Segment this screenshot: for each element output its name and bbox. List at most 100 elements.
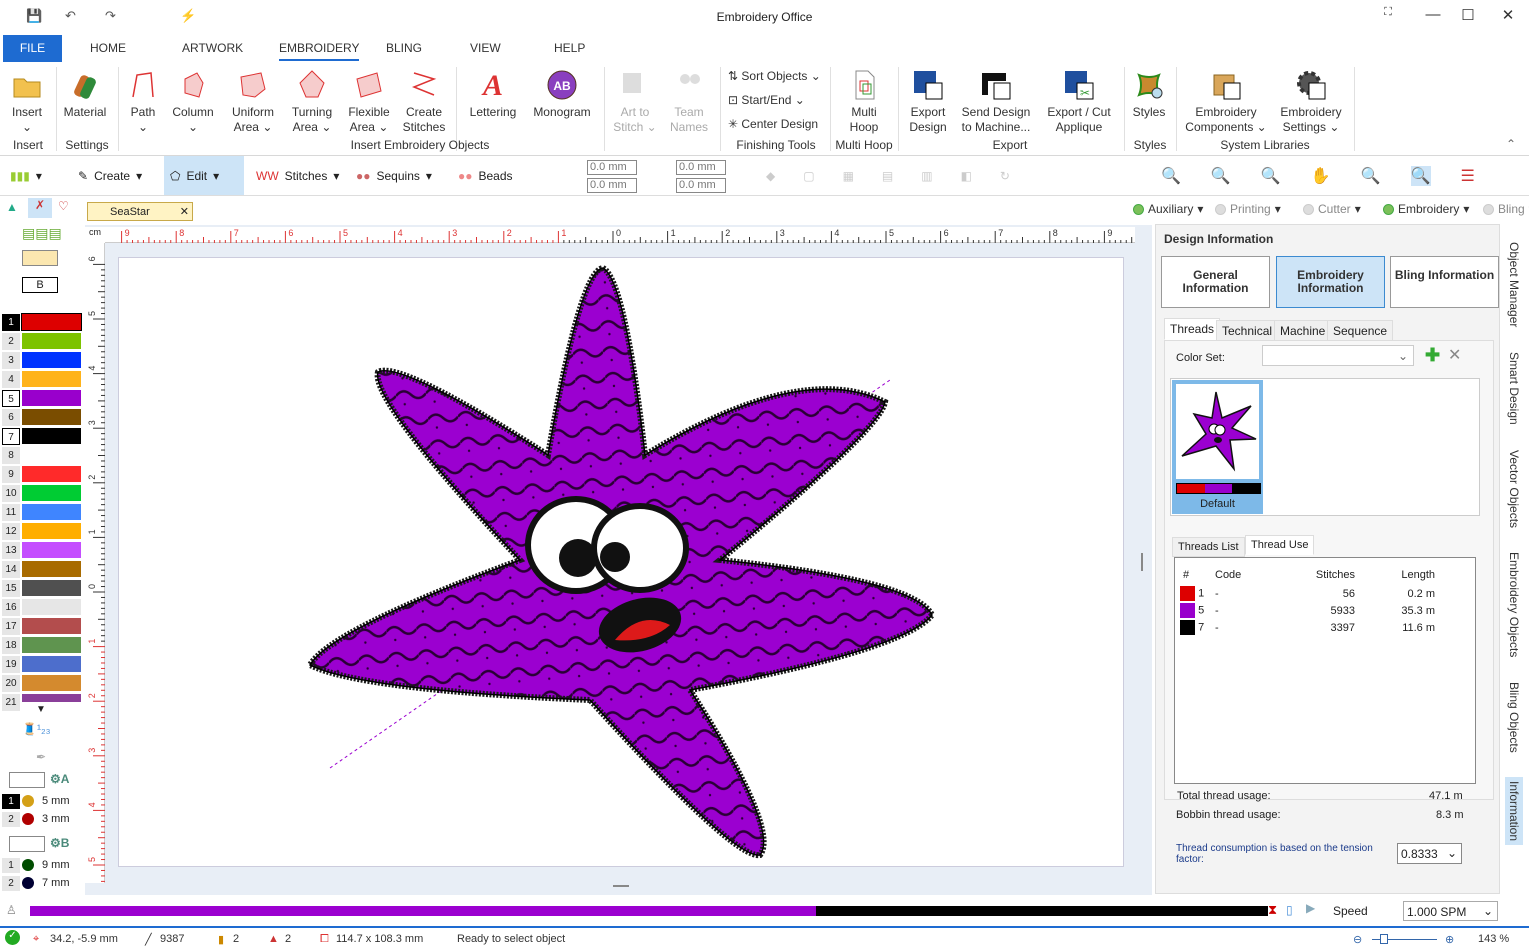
general-information-button[interactable]: General Information	[1161, 256, 1270, 308]
bobbin-usage-label: Bobbin thread usage:	[1176, 809, 1281, 821]
zoom-list-icon[interactable]: ☰	[1461, 166, 1475, 186]
box-icon	[1213, 74, 1241, 100]
thread-use-table: # Code Stitches Length 1-56 0.2 m 5-5933 35.3…	[1174, 557, 1476, 784]
tension-dropdown[interactable]: 0.8333 ⌄	[1397, 843, 1462, 864]
col-code: Code	[1215, 569, 1242, 581]
layer-status-icon	[1215, 203, 1226, 215]
right-pupil	[600, 542, 630, 572]
side-tab-object-manager[interactable]: Object Manager	[1507, 242, 1521, 327]
chevron-down-icon: ⌄	[1446, 846, 1457, 860]
color-set-dropdown[interactable]: ⌄	[1262, 345, 1414, 366]
vertical-scrollbar[interactable]	[1135, 243, 1150, 893]
layer-printing[interactable]: Printing ▾	[1215, 202, 1281, 216]
thread-color-swatch	[1180, 620, 1195, 635]
panel-title: Design Information	[1164, 232, 1274, 246]
zoom-slider-thumb[interactable]	[1380, 934, 1388, 944]
tab-thread-use[interactable]: Thread Use	[1245, 535, 1315, 555]
zoom-slider[interactable]	[1372, 934, 1437, 944]
layer-status-icon	[1303, 203, 1314, 215]
bobbin-usage-value: 8.3 m	[1436, 809, 1464, 821]
layer-status-icon	[1483, 203, 1494, 215]
needle-icon: ╱	[145, 934, 152, 946]
zoom-height-icon[interactable]: 🔍	[1261, 166, 1281, 186]
side-tab-bling-objects[interactable]: Bling Objects	[1507, 682, 1521, 753]
delete-color-set-icon[interactable]: ✕	[1448, 345, 1461, 365]
play-icon[interactable]: ▶	[1306, 901, 1315, 915]
side-tab-smart-design[interactable]: Smart Design	[1507, 352, 1521, 425]
sequin-count-icon: ▲	[268, 933, 279, 945]
table-row[interactable]: 5-5933 35.3 m	[1175, 602, 1475, 619]
color-set-label: Color Set:	[1176, 352, 1225, 364]
gear-icon	[1297, 71, 1326, 100]
ok-icon: ✓	[5, 930, 20, 945]
zoom-tools[interactable]: 🔍 🔍 🔍 ✋ 🔍 🔍 ☰	[1155, 156, 1481, 195]
table-row[interactable]: 1-56 0.2 m	[1175, 585, 1475, 602]
step-icon[interactable]: ▯	[1286, 903, 1293, 917]
maximize-button[interactable]: ☐	[1453, 6, 1483, 24]
scroll-thumb[interactable]	[1141, 553, 1143, 571]
tab-threads-list[interactable]: Threads List	[1172, 537, 1245, 557]
crosshair-icon: ⌖	[33, 933, 40, 945]
pan-icon[interactable]: ✋	[1311, 166, 1331, 186]
bling-information-button[interactable]: Bling Information	[1390, 256, 1499, 308]
horizontal-scrollbar[interactable]	[105, 878, 1135, 893]
zoom-level: 143 %	[1478, 933, 1510, 945]
layer-cutter[interactable]: Cutter ▾	[1303, 202, 1361, 216]
thread-color-swatch	[1180, 586, 1195, 601]
tab-machine[interactable]: Machine	[1274, 320, 1332, 342]
fullscreen-icon[interactable]: ⛶	[1373, 6, 1403, 19]
design-thumbnail	[1176, 384, 1259, 479]
tab-threads[interactable]: Threads	[1164, 318, 1221, 340]
side-tab-vector-objects[interactable]: Vector Objects	[1507, 450, 1521, 528]
side-tabs: Object Manager Smart Design Vector Objec…	[1503, 222, 1529, 902]
tension-label: Thread consumption is based on the tensi…	[1176, 843, 1373, 865]
zoom-page-icon[interactable]: 🔍	[1211, 166, 1231, 186]
layer-bling[interactable]: Bling ▾	[1483, 202, 1529, 216]
speed-dropdown[interactable]: 1.000 SPM ⌄	[1403, 901, 1498, 921]
thread-spool-icon: ▮	[218, 934, 225, 946]
zoom-design-icon[interactable]: 🔍	[1410, 165, 1431, 186]
close-button[interactable]: ✕	[1493, 6, 1523, 24]
group-label-system: System Libraries	[1220, 138, 1310, 152]
stitch-count: 9387	[160, 933, 185, 945]
speed-label: Speed	[1333, 904, 1368, 918]
design-information-panel: Design Information General Information E…	[1155, 224, 1500, 894]
zoom-in-icon[interactable]: ⊕	[1445, 933, 1454, 946]
left-pupil	[559, 539, 597, 577]
chevron-down-icon: ⌄	[1397, 349, 1408, 363]
color-count: 2	[233, 933, 240, 945]
chevron-down-icon: ⌄	[1482, 904, 1493, 918]
collapse-ribbon-icon[interactable]: ⌃	[1506, 137, 1516, 151]
status-bar: ✓ ⌖ 34.2, -5.9 mm ╱ 9387 ▮ 2 ▲ 2 ⧠ 114.7…	[0, 926, 1529, 950]
thumbnail-color-strip	[1176, 483, 1261, 494]
embroidery-components-button[interactable]: Embroidery Components ⌄	[1184, 69, 1268, 135]
tab-sequence[interactable]: Sequence	[1327, 320, 1394, 342]
status-message: Ready to select object	[457, 933, 566, 945]
embroidery-information-button[interactable]: Embroidery Information	[1276, 256, 1385, 308]
threads-tab-content: Color Set: ⌄ ✚ ✕ Default Threads List Th…	[1164, 340, 1494, 802]
stitch-progress-bar[interactable]	[30, 906, 1268, 916]
side-tab-embroidery-objects[interactable]: Embroidery Objects	[1507, 552, 1521, 657]
layer-embroidery[interactable]: Embroidery ▾	[1383, 202, 1469, 216]
zoom-grid-icon[interactable]: 🔍	[1361, 166, 1381, 186]
total-usage-label: Total thread usage:	[1177, 790, 1271, 802]
player-figure-icon[interactable]: ♙	[6, 903, 17, 917]
add-color-set-icon[interactable]: ✚	[1425, 345, 1440, 366]
design-canvas[interactable]	[0, 0, 1155, 900]
table-row[interactable]: 7-3397 11.6 m	[1175, 619, 1475, 636]
sequin-count: 2	[285, 933, 292, 945]
total-usage-value: 47.1 m	[1429, 790, 1463, 802]
embroidery-settings-button[interactable]: Embroidery Settings ⌄	[1274, 69, 1348, 135]
zoom-out-icon[interactable]: ⊖	[1353, 933, 1362, 946]
color-set-gallery: Default	[1170, 378, 1480, 516]
color-set-card[interactable]: Default	[1172, 380, 1263, 514]
cursor-coords: 34.2, -5.9 mm	[50, 933, 118, 945]
h-scroll-thumb[interactable]	[613, 885, 629, 887]
tab-technical[interactable]: Technical	[1216, 320, 1279, 342]
minimize-button[interactable]: —	[1418, 6, 1448, 23]
zoom-pin-icon[interactable]: 🔍	[1161, 166, 1181, 186]
progress-end-marker-icon[interactable]: ⧗	[1268, 902, 1277, 918]
thread-color-swatch	[1180, 603, 1195, 618]
side-tab-information[interactable]: Information	[1505, 777, 1523, 846]
design-size: 114.7 x 108.3 mm	[336, 933, 424, 945]
